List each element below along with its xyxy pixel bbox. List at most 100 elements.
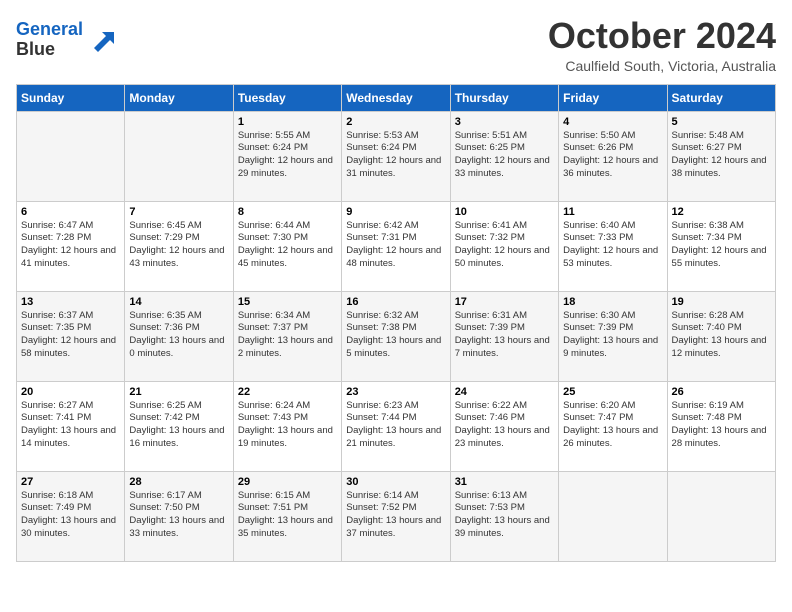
calendar-cell: 6 Sunrise: 6:47 AMSunset: 7:28 PMDaylight… [17, 201, 125, 291]
day-info: Sunrise: 6:47 AMSunset: 7:28 PMDaylight:… [21, 220, 120, 271]
day-number: 21 [129, 386, 228, 398]
day-info: Sunrise: 6:37 AMSunset: 7:35 PMDaylight:… [21, 310, 120, 361]
day-number: 19 [672, 296, 771, 308]
calendar-cell: 7Sunrise: 6:45 AMSunset: 7:29 PMDaylight… [125, 201, 233, 291]
day-number: 11 [563, 206, 662, 218]
day-info: Sunrise: 5:48 AMSunset: 6:27 PMDaylight:… [672, 130, 771, 181]
day-number: 3 [455, 116, 554, 128]
day-info: Sunrise: 6:14 AMSunset: 7:52 PMDaylight:… [346, 490, 445, 541]
day-info: Sunrise: 6:32 AMSunset: 7:38 PMDaylight:… [346, 310, 445, 361]
calendar-cell: 31 Sunrise: 6:13 AMSunset: 7:53 PMDayligh… [450, 471, 558, 561]
day-info: Sunrise: 6:44 AMSunset: 7:30 PMDaylight:… [238, 220, 337, 271]
logo-blue: Blue [16, 39, 55, 59]
day-info: Sunrise: 6:20 AMSunset: 7:47 PMDaylight:… [563, 400, 662, 451]
day-number: 26 [672, 386, 771, 398]
day-info: Sunrise: 6:45 AMSunset: 7:29 PMDaylight:… [129, 220, 228, 271]
day-info: Sunrise: 5:55 AMSunset: 6:24 PMDaylight:… [238, 130, 337, 181]
day-number: 9 [346, 206, 445, 218]
calendar-cell: 20 Sunrise: 6:27 AMSunset: 7:41 PMDayligh… [17, 381, 125, 471]
calendar-cell: 13 Sunrise: 6:37 AMSunset: 7:35 PMDayligh… [17, 291, 125, 381]
day-number: 31 [455, 476, 554, 488]
calendar-cell: 2 Sunrise: 5:53 AMSunset: 6:24 PMDaylight… [342, 111, 450, 201]
calendar-week-2: 6 Sunrise: 6:47 AMSunset: 7:28 PMDaylight… [17, 201, 776, 291]
day-info: Sunrise: 6:17 AMSunset: 7:50 PMDaylight:… [129, 490, 228, 541]
day-info: Sunrise: 5:50 AMSunset: 6:26 PMDaylight:… [563, 130, 662, 181]
calendar-cell: 26 Sunrise: 6:19 AMSunset: 7:48 PMDayligh… [667, 381, 775, 471]
col-header-thursday: Thursday [450, 84, 558, 111]
calendar-cell: 17 Sunrise: 6:31 AMSunset: 7:39 PMDayligh… [450, 291, 558, 381]
day-number: 28 [129, 476, 228, 488]
calendar-week-4: 20 Sunrise: 6:27 AMSunset: 7:41 PMDayligh… [17, 381, 776, 471]
calendar-cell: 10Sunrise: 6:41 AMSunset: 7:32 PMDayligh… [450, 201, 558, 291]
calendar-cell: 29Sunrise: 6:15 AMSunset: 7:51 PMDayligh… [233, 471, 341, 561]
calendar-cell: 24 Sunrise: 6:22 AMSunset: 7:46 PMDayligh… [450, 381, 558, 471]
day-number: 15 [238, 296, 337, 308]
col-header-tuesday: Tuesday [233, 84, 341, 111]
day-info: Sunrise: 6:24 AMSunset: 7:43 PMDaylight:… [238, 400, 337, 451]
day-number: 1 [238, 116, 337, 128]
day-number: 5 [672, 116, 771, 128]
calendar-cell: 19 Sunrise: 6:28 AMSunset: 7:40 PMDayligh… [667, 291, 775, 381]
calendar-header-row: SundayMondayTuesdayWednesdayThursdayFrid… [17, 84, 776, 111]
calendar-cell [559, 471, 667, 561]
day-number: 13 [21, 296, 120, 308]
calendar-cell: 4 Sunrise: 5:50 AMSunset: 6:26 PMDaylight… [559, 111, 667, 201]
day-info: Sunrise: 6:15 AMSunset: 7:51 PMDaylight:… [238, 490, 337, 541]
calendar-cell: 23Sunrise: 6:23 AMSunset: 7:44 PMDayligh… [342, 381, 450, 471]
title-block: October 2024 Caulfield South, Victoria, … [548, 16, 776, 74]
day-info: Sunrise: 6:40 AMSunset: 7:33 PMDaylight:… [563, 220, 662, 271]
day-number: 2 [346, 116, 445, 128]
calendar-cell: 14 Sunrise: 6:35 AMSunset: 7:36 PMDayligh… [125, 291, 233, 381]
calendar-cell: 11 Sunrise: 6:40 AMSunset: 7:33 PMDayligh… [559, 201, 667, 291]
month-title: October 2024 [548, 16, 776, 56]
location: Caulfield South, Victoria, Australia [548, 58, 776, 74]
calendar-week-5: 27Sunrise: 6:18 AMSunset: 7:49 PMDayligh… [17, 471, 776, 561]
day-info: Sunrise: 6:31 AMSunset: 7:39 PMDaylight:… [455, 310, 554, 361]
logo-icon [86, 24, 118, 56]
day-number: 30 [346, 476, 445, 488]
col-header-wednesday: Wednesday [342, 84, 450, 111]
day-number: 17 [455, 296, 554, 308]
col-header-sunday: Sunday [17, 84, 125, 111]
day-number: 18 [563, 296, 662, 308]
day-number: 22 [238, 386, 337, 398]
col-header-saturday: Saturday [667, 84, 775, 111]
day-number: 4 [563, 116, 662, 128]
day-info: Sunrise: 6:28 AMSunset: 7:40 PMDaylight:… [672, 310, 771, 361]
col-header-friday: Friday [559, 84, 667, 111]
calendar-cell: 12 Sunrise: 6:38 AMSunset: 7:34 PMDayligh… [667, 201, 775, 291]
logo-text: General Blue [16, 20, 118, 60]
calendar-cell: 28 Sunrise: 6:17 AMSunset: 7:50 PMDayligh… [125, 471, 233, 561]
logo: General Blue [16, 20, 118, 60]
day-number: 27 [21, 476, 120, 488]
day-info: Sunrise: 6:19 AMSunset: 7:48 PMDaylight:… [672, 400, 771, 451]
calendar-cell: 5 Sunrise: 5:48 AMSunset: 6:27 PMDaylight… [667, 111, 775, 201]
day-number: 20 [21, 386, 120, 398]
calendar-cell: 21 Sunrise: 6:25 AMSunset: 7:42 PMDayligh… [125, 381, 233, 471]
day-info: Sunrise: 5:53 AMSunset: 6:24 PMDaylight:… [346, 130, 445, 181]
calendar-week-3: 13 Sunrise: 6:37 AMSunset: 7:35 PMDayligh… [17, 291, 776, 381]
day-number: 24 [455, 386, 554, 398]
calendar-cell: 27Sunrise: 6:18 AMSunset: 7:49 PMDayligh… [17, 471, 125, 561]
day-info: Sunrise: 6:42 AMSunset: 7:31 PMDaylight:… [346, 220, 445, 271]
day-number: 12 [672, 206, 771, 218]
day-info: Sunrise: 6:38 AMSunset: 7:34 PMDaylight:… [672, 220, 771, 271]
day-number: 14 [129, 296, 228, 308]
day-info: Sunrise: 6:27 AMSunset: 7:41 PMDaylight:… [21, 400, 120, 451]
day-number: 25 [563, 386, 662, 398]
calendar-cell: 8Sunrise: 6:44 AMSunset: 7:30 PMDaylight… [233, 201, 341, 291]
calendar-cell: 15Sunrise: 6:34 AMSunset: 7:37 PMDayligh… [233, 291, 341, 381]
day-info: Sunrise: 5:51 AMSunset: 6:25 PMDaylight:… [455, 130, 554, 181]
day-number: 10 [455, 206, 554, 218]
calendar-cell: 18Sunrise: 6:30 AMSunset: 7:39 PMDayligh… [559, 291, 667, 381]
day-info: Sunrise: 6:25 AMSunset: 7:42 PMDaylight:… [129, 400, 228, 451]
calendar-cell: 16Sunrise: 6:32 AMSunset: 7:38 PMDayligh… [342, 291, 450, 381]
calendar-cell [125, 111, 233, 201]
calendar-week-1: 1 Sunrise: 5:55 AMSunset: 6:24 PMDaylight… [17, 111, 776, 201]
day-info: Sunrise: 6:35 AMSunset: 7:36 PMDaylight:… [129, 310, 228, 361]
calendar-cell: 1 Sunrise: 5:55 AMSunset: 6:24 PMDaylight… [233, 111, 341, 201]
day-info: Sunrise: 6:13 AMSunset: 7:53 PMDaylight:… [455, 490, 554, 541]
calendar-cell [17, 111, 125, 201]
day-number: 6 [21, 206, 120, 218]
day-info: Sunrise: 6:22 AMSunset: 7:46 PMDaylight:… [455, 400, 554, 451]
